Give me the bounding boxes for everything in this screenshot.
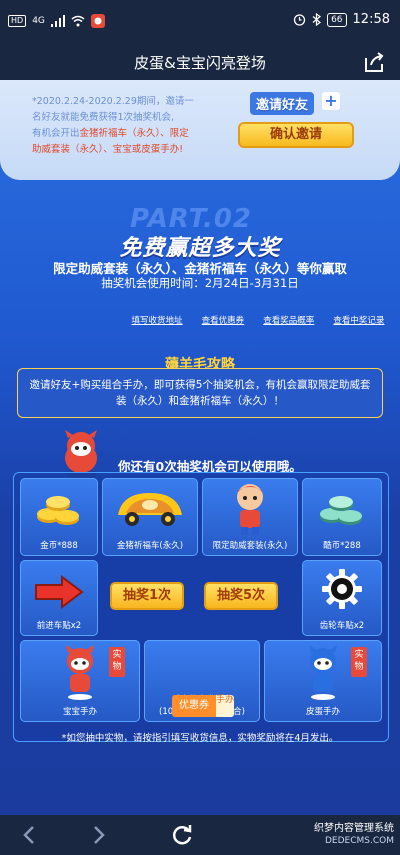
pidan-figure-icon [309, 645, 337, 700]
coupon-side-text: 手办 [216, 695, 234, 717]
watermark-line1: 织梦内容管理系统 [314, 823, 394, 834]
draw-once-button[interactable]: 抽奖1次 [110, 582, 184, 610]
battery-indicator: 66 [327, 12, 347, 27]
action-links: 填写收货地址 查看优惠券 查看奖品概率 查看中奖记录 [0, 314, 400, 326]
prize-gear-sticker: 齿轮车贴x2 [302, 560, 382, 636]
wifi-icon [71, 15, 85, 27]
bluetooth-icon [312, 13, 322, 26]
prize-cheer-suit-label: 限定助威套装(永久) [212, 541, 288, 551]
browser-nav-bar: 织梦内容管理系统 DEDECMS.COM [0, 815, 400, 855]
invite-text-line3-a: 有机会开出 [32, 128, 80, 139]
invite-text-line3: 有机会开出金猪祈福车（永久）、限定 [32, 126, 232, 142]
invite-text-line2: 名好友就能免费获得1次抽奖机会, [32, 112, 175, 123]
prize-cool-coins: 酷币*288 [302, 478, 382, 556]
forward-arrow-icon [35, 575, 84, 609]
title-bar: 皮蛋&宝宝闪亮登场 [0, 44, 400, 80]
footnote: *如您抽中实物，请按指引填写收货信息，实物奖励将在4月发出。 [61, 733, 339, 744]
prize-gold-coins: 金币*888 [20, 478, 98, 556]
reload-icon[interactable] [170, 823, 194, 847]
invite-panel: *2020.2.24-2020.2.29期间，邀请一 名好友就能免费获得1次抽奖… [0, 80, 400, 180]
invite-friend-label: 邀请好友 [250, 92, 315, 115]
link-win-records[interactable]: 查看中奖记录 [333, 314, 384, 326]
prize-gear-sticker-label: 齿轮车贴x2 [319, 621, 365, 631]
watermark: 织梦内容管理系统 DEDECMS.COM [314, 823, 394, 847]
status-left: HD 4G [8, 14, 105, 28]
real-item-tag-2: 实物 [351, 647, 367, 677]
promo-period: 抽奖机会使用时间：2月24日-3月31日 [101, 276, 299, 290]
confirm-invite-button[interactable]: 确认邀请 [238, 122, 354, 148]
link-fill-address[interactable]: 填写收货地址 [132, 314, 183, 326]
coupon-icon: 优惠券 手办 [172, 695, 234, 717]
strategy-box: 邀请好友+购买组合手办，即可获得5个抽奖机会，有机会赢取限定助威套装（永久）和金… [17, 368, 383, 418]
prize-pig-car-label: 金猪祈福车(永久) [116, 541, 184, 551]
link-view-coupons[interactable]: 查看优惠券 [202, 314, 245, 326]
back-icon[interactable] [18, 823, 42, 847]
app-notification-icon [90, 14, 105, 28]
network-label: 4G [32, 16, 45, 26]
cheer-suit-character-icon [237, 484, 263, 535]
watermark-line2: DEDECMS.COM [325, 836, 394, 846]
prize-cool-coins-label: 酷币*288 [323, 541, 361, 551]
prize-pidan-label: 皮蛋手办 [305, 707, 340, 717]
link-prize-probability[interactable]: 查看奖品概率 [263, 314, 314, 326]
prize-pidan-figure: 实物 皮蛋手办 [264, 640, 382, 722]
invite-description: *2020.2.24-2020.2.29期间，邀请一 名好友就能免费获得1次抽奖… [32, 94, 232, 158]
prize-baobao-figure: 实物 宝宝手办 [20, 640, 140, 722]
clock: 12:58 [352, 12, 390, 27]
real-item-tag: 实物 [109, 647, 125, 677]
gear-icon [322, 569, 362, 609]
prize-pig-car: 金猪祈福车(永久) [102, 478, 198, 556]
gold-coins-icon [37, 496, 79, 525]
invite-text-line3-b: 金猪祈福车（永久）、限定 [79, 128, 189, 139]
hd-icon: HD [8, 15, 27, 27]
alarm-icon [293, 14, 306, 26]
prize-cheer-suit: 限定助威套装(永久) [202, 478, 298, 556]
cool-coins-icon [320, 496, 362, 525]
page-title: 皮蛋&宝宝闪亮登场 [134, 54, 266, 72]
coupon-main-text: 优惠券 [172, 695, 216, 717]
add-friend-icon[interactable]: + [322, 92, 340, 110]
prize-baobao-label: 宝宝手办 [62, 707, 97, 717]
draw-five-button[interactable]: 抽奖5次 [204, 582, 278, 610]
prize-forward-sticker-label: 前进车贴x2 [36, 621, 82, 631]
invite-text-line4: 助威套装（永久）、宝宝或皮蛋手办! [32, 144, 184, 155]
status-bar: HD 4G 66 12:58 [0, 0, 400, 44]
prize-gold-label: 金币*888 [40, 541, 78, 551]
status-right: 66 12:58 [293, 12, 390, 27]
pig-car-icon [118, 493, 182, 526]
invite-text-line1: *2020.2.24-2020.2.29期间，邀请一 [32, 96, 194, 107]
prize-forward-sticker: 前进车贴x2 [20, 560, 98, 636]
main-content: *2020.2.24-2020.2.29期间，邀请一 名好友就能免费获得1次抽奖… [0, 80, 400, 815]
forward-icon[interactable] [86, 823, 110, 847]
signal-icon [50, 15, 65, 27]
strategy-text: 邀请好友+购买组合手办，即可获得5个抽奖机会，有机会赢取限定助威套装（永久）和金… [29, 379, 371, 407]
share-icon[interactable] [362, 50, 386, 74]
baobao-figure-icon [66, 645, 94, 700]
